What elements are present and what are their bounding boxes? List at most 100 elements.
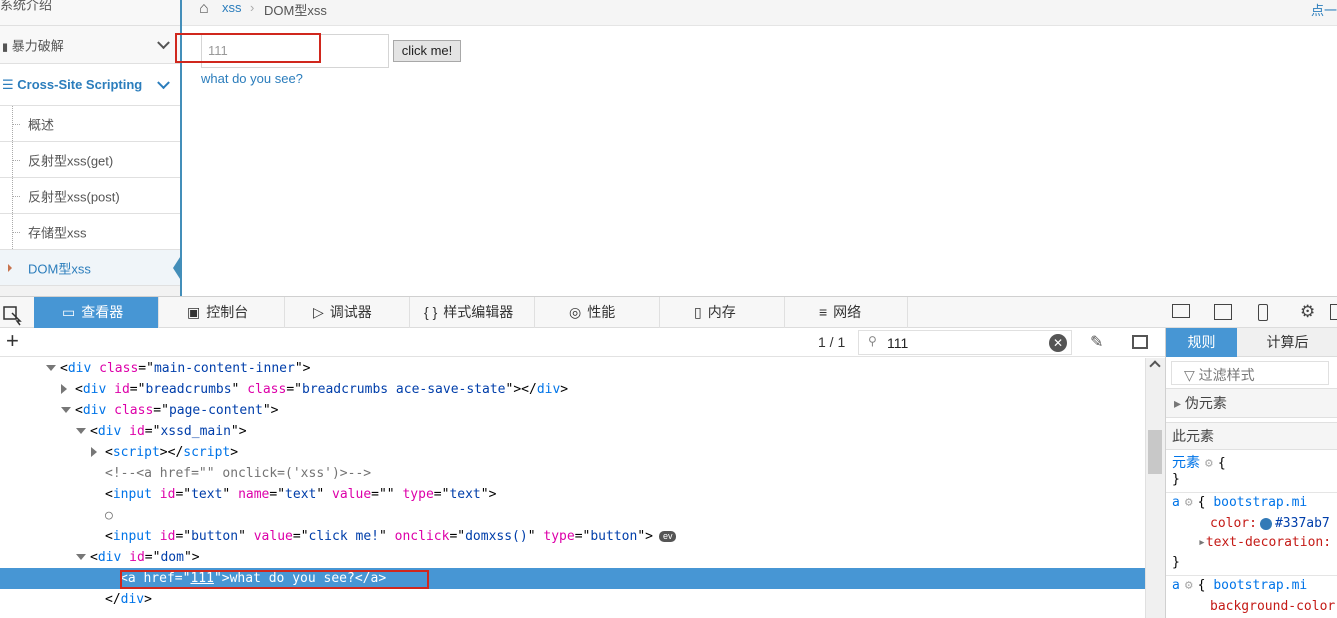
this-element-header: 此元素 — [1166, 422, 1337, 450]
element-picker-icon[interactable] — [0, 297, 34, 328]
token: click me! — [308, 529, 379, 544]
sidebar-subitem-reflected-get[interactable]: 反射型xss(get) — [0, 142, 180, 178]
devtools-panel: ▭ 查看器 ▣ 控制台 ▷ 调试器 { } 样式编辑器 ◎ 性能 ▯ 内存 ≡ 网络 ⚙ + … — [0, 296, 1337, 618]
sidebar-item-xss[interactable]: ☰ Cross-Site Scripting — [0, 64, 180, 106]
markup-node[interactable]: <div id="breadcrumbs" class="breadcrumbs… — [0, 379, 1145, 400]
tab-inspector[interactable]: ▭ 查看器 — [34, 297, 159, 328]
gear-icon[interactable]: ⚙ — [1185, 578, 1193, 593]
html-search-input[interactable]: ⚲ 111 ✕ — [858, 330, 1072, 355]
tab-label: 性能 — [587, 304, 616, 320]
expanded-twisty-icon[interactable] — [61, 407, 71, 413]
breadcrumb-link-xss[interactable]: xss — [222, 0, 242, 15]
token: =" — [292, 529, 309, 544]
markup-text: <div id="xssd_main"> — [90, 421, 247, 442]
token: script — [183, 445, 231, 460]
token: div — [97, 424, 122, 439]
sidebar-subitem-label: 存储型xss — [28, 225, 87, 240]
scroll-thumb[interactable] — [1148, 430, 1162, 474]
sidebar-item-brute-force[interactable]: ▮ 暴力破解 — [0, 26, 180, 64]
sidebar-subitem-dom-xss[interactable]: DOM型xss — [0, 250, 182, 286]
gear-icon[interactable]: ⚙ — [1185, 495, 1193, 510]
markup-node[interactable]: <!--<a href="" onclick=('xss')>--> — [0, 463, 1145, 484]
markup-node[interactable]: </div> — [0, 589, 1145, 610]
expanded-twisty-icon[interactable] — [76, 428, 86, 434]
sidebar-subitem-label: DOM型xss — [28, 261, 91, 276]
home-icon[interactable]: ⌂ — [199, 0, 209, 18]
inspector-icon: ▭ — [62, 304, 76, 320]
background-declaration[interactable]: background-color — [1210, 599, 1335, 614]
tab-computed[interactable]: 计算后 — [1237, 328, 1337, 357]
markup-node[interactable]: <div id="dom"> — [0, 547, 1145, 568]
rule-source-link[interactable]: bootstrap.mi — [1213, 578, 1307, 593]
token: < — [75, 382, 83, 397]
expanded-twisty-icon[interactable] — [76, 554, 86, 560]
token: value — [332, 487, 372, 502]
token: ></ — [159, 445, 184, 460]
pseudo-elements-section[interactable]: ▸ 伪元素 — [1166, 388, 1337, 418]
layout-toggle-icon[interactable] — [1172, 304, 1190, 318]
color-declaration[interactable]: color: #337ab7 — [1210, 516, 1330, 531]
what-do-you-see-link[interactable]: what do you see? — [201, 71, 303, 86]
markup-node[interactable]: ○ — [0, 505, 1145, 526]
event-badge[interactable]: ev — [658, 531, 677, 542]
markup-node[interactable]: <div id="xssd_main"> — [0, 421, 1145, 442]
tab-debugger[interactable]: ▷ 调试器 — [285, 297, 410, 328]
token: div — [536, 382, 561, 397]
sidebar-subitem-stored[interactable]: 存储型xss — [0, 214, 180, 250]
collapsed-twisty-icon[interactable] — [61, 384, 67, 394]
token: =" — [129, 382, 146, 397]
tab-network[interactable]: ≡ 网络 — [785, 297, 908, 328]
tab-label: 控制台 — [206, 304, 249, 320]
bootstrap-rule: a ⚙{ bootstrap.mi — [1172, 495, 1308, 510]
sidebar-subitem-overview[interactable]: 概述 — [0, 106, 180, 142]
eyedropper-icon[interactable]: ✎ — [1090, 332, 1103, 352]
expand-arrow-icon[interactable]: ▸ — [1198, 535, 1206, 550]
tab-style-editor[interactable]: { } 样式编辑器 — [410, 297, 535, 328]
prop-name: color: — [1210, 516, 1257, 531]
markup-scrollbar[interactable] — [1145, 358, 1165, 618]
markup-node[interactable]: <div class="page-content"> — [0, 400, 1145, 421]
token: =" — [286, 382, 302, 397]
markup-text: <div class="main-content-inner"> — [60, 358, 310, 379]
tab-performance[interactable]: ◎ 性能 — [535, 297, 660, 328]
tab-console[interactable]: ▣ 控制台 — [159, 297, 285, 328]
token: </ — [105, 592, 121, 607]
settings-gear-icon[interactable]: ⚙ — [1300, 302, 1315, 322]
sidebar-item-intro[interactable]: 系统介绍 — [0, 0, 180, 26]
expanded-twisty-icon[interactable] — [46, 365, 56, 371]
rule-source-link[interactable]: bootstrap.mi — [1213, 495, 1307, 510]
token: =" — [269, 487, 286, 502]
tab-rules[interactable]: 规则 — [1166, 328, 1237, 357]
token: main-content-inner — [153, 361, 295, 376]
markup-node[interactable]: <script></script> — [0, 442, 1145, 463]
token: " — [238, 529, 254, 544]
token: button — [191, 529, 239, 544]
token: < — [105, 529, 113, 544]
click-me-button[interactable]: click me! — [393, 40, 461, 62]
tab-memory[interactable]: ▯ 内存 — [660, 297, 785, 328]
markup-node[interactable]: <div class="main-content-inner"> — [0, 358, 1145, 379]
caret-right-icon — [8, 263, 12, 272]
markup-node[interactable]: <input id="text" name="text" value="" ty… — [0, 484, 1145, 505]
breadcrumb-right-link[interactable]: 点一 — [1311, 0, 1337, 19]
markup-node[interactable]: <input id="button" value="click me!" onc… — [0, 526, 1145, 547]
color-swatch[interactable] — [1259, 517, 1272, 530]
token: =" — [144, 550, 161, 565]
token: < — [75, 403, 83, 418]
clear-search-icon[interactable]: ✕ — [1049, 334, 1067, 352]
split-console-icon[interactable] — [1214, 304, 1232, 320]
collapsed-twisty-icon[interactable] — [91, 447, 97, 457]
token: "> — [480, 487, 497, 502]
toggle-sidebar-icon[interactable] — [1132, 335, 1148, 349]
scroll-up-icon[interactable] — [1149, 360, 1161, 372]
sidebar-subitem-reflected-post[interactable]: 反射型xss(post) — [0, 178, 180, 214]
filter-styles-input[interactable]: ▽ 过滤样式 — [1171, 361, 1329, 385]
responsive-design-icon[interactable] — [1258, 304, 1268, 321]
text-decoration-declaration[interactable]: ▸text-decoration: — [1198, 535, 1331, 550]
more-icon[interactable] — [1330, 304, 1337, 320]
gear-icon[interactable]: ⚙ — [1205, 456, 1213, 471]
add-node-icon[interactable]: + — [6, 329, 19, 353]
token: "> — [262, 403, 279, 418]
token: text — [449, 487, 481, 502]
token: =" — [433, 487, 450, 502]
